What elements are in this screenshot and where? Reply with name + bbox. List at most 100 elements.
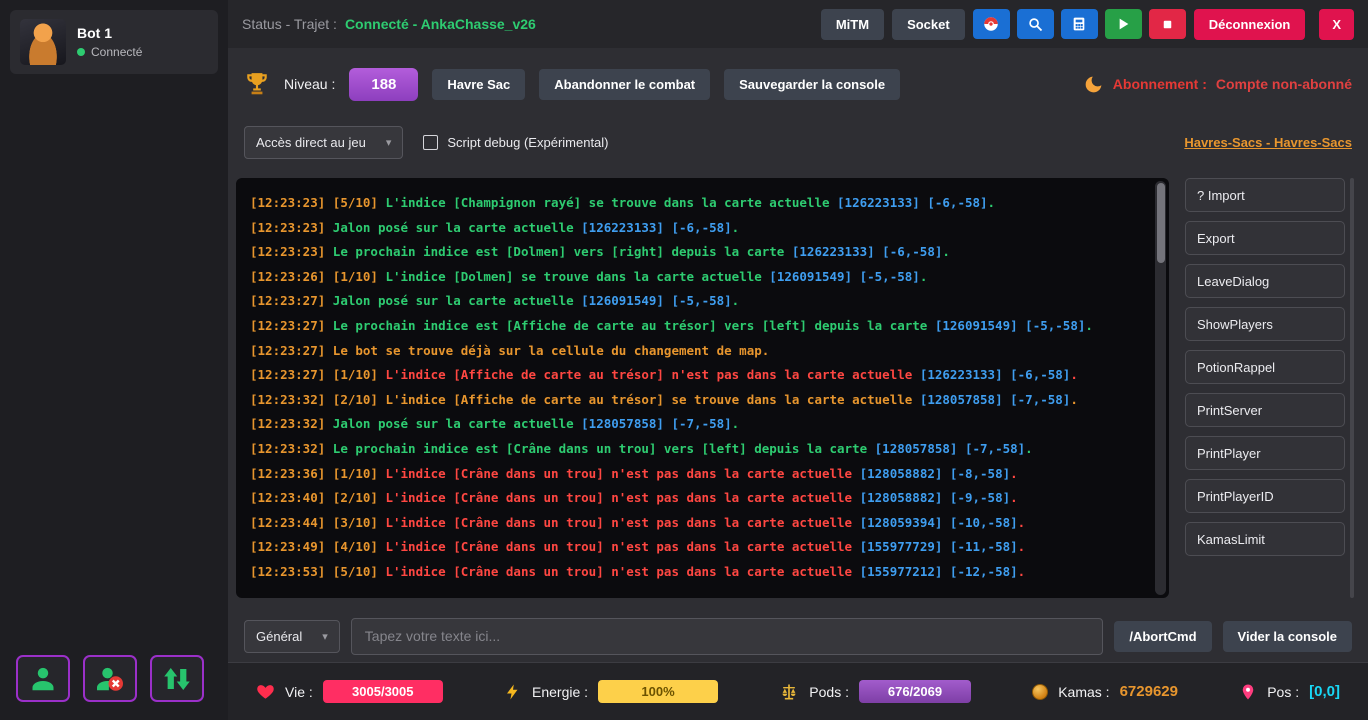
remove-player-button[interactable]	[83, 655, 137, 702]
panel-button-printserver[interactable]: PrintServer	[1185, 393, 1345, 427]
console-line: [12:23:27] Le bot se trouve déjà sur la …	[250, 339, 1149, 364]
panel-scrollbar[interactable]	[1350, 178, 1354, 598]
calculator-icon	[1071, 16, 1087, 32]
console-scrollbar[interactable]	[1155, 181, 1166, 595]
panel-button-potionrappel[interactable]: PotionRappel	[1185, 350, 1345, 384]
pos-value: [0,0]	[1309, 683, 1340, 700]
person-icon	[28, 664, 58, 694]
havres-sacs-link[interactable]: Havres-Sacs - Havres-Sacs	[1184, 135, 1352, 150]
console-line: [12:23:23] [5/10] L'indice [Champignon r…	[250, 191, 1149, 216]
console-area: [12:23:23] [5/10] L'indice [Champignon r…	[228, 162, 1368, 610]
panel-button-printplayer[interactable]: PrintPlayer	[1185, 436, 1345, 470]
bot-status: Connecté	[91, 45, 142, 59]
pin-icon	[1239, 683, 1257, 701]
app-window: Bot 1 Connecté Status - Trajet : Connect…	[0, 0, 1368, 720]
swap-player-button[interactable]	[150, 655, 204, 702]
console-output: [12:23:23] [5/10] L'indice [Champignon r…	[236, 178, 1153, 598]
top-actions: MiTM Socket Déconnexion X	[821, 9, 1354, 40]
script-debug-label: Script debug (Expérimental)	[447, 135, 608, 150]
abort-command-button[interactable]: /AbortCmd	[1114, 621, 1211, 652]
console-line: [12:23:23] Jalon posé sur la carte actue…	[250, 216, 1149, 241]
level-badge: 188	[349, 68, 418, 101]
kamas-value: 6729629	[1120, 683, 1178, 700]
bot-card[interactable]: Bot 1 Connecté	[10, 10, 218, 74]
trophy-icon	[244, 71, 270, 97]
console-line: [12:23:27] Le prochain indice est [Affic…	[250, 314, 1149, 339]
level-label: Niveau :	[284, 76, 335, 92]
console-window: [12:23:23] [5/10] L'indice [Champignon r…	[236, 178, 1169, 598]
command-bar: Général ▾ /AbortCmd Vider la console	[228, 610, 1368, 662]
top-bar: Status - Trajet : Connecté - AnkaChasse_…	[228, 0, 1368, 48]
arrows-swap-icon	[162, 664, 192, 694]
main-area: Status - Trajet : Connecté - AnkaChasse_…	[228, 0, 1368, 720]
start-script-button[interactable]	[1105, 9, 1142, 39]
console-line: [12:23:49] [4/10] L'indice [Crâne dans u…	[250, 535, 1149, 560]
coin-icon	[1032, 684, 1048, 700]
sidebar-tools	[16, 655, 204, 702]
chevron-down-icon: ▾	[386, 136, 392, 149]
pet-icon	[982, 15, 1000, 33]
moon-icon	[1083, 74, 1104, 95]
console-line: [12:23:23] Le prochain indice est [Dolme…	[250, 240, 1149, 265]
console-scrollbar-thumb[interactable]	[1157, 183, 1165, 263]
channel-select[interactable]: Général ▾	[244, 620, 340, 653]
status-bar: Vie : 3005/3005 Energie : 100% Pods : 67…	[228, 662, 1368, 720]
console-line: [12:23:27] Jalon posé sur la carte actue…	[250, 289, 1149, 314]
window-close-button[interactable]: X	[1319, 9, 1354, 40]
inspect-button[interactable]	[1017, 9, 1054, 39]
energie-stat: Energie : 100%	[504, 680, 718, 703]
script-debug-toggle[interactable]: Script debug (Expérimental)	[423, 135, 608, 150]
game-access-select[interactable]: Accès direct au jeu ▾	[244, 126, 403, 159]
console-line: [12:23:27] [1/10] L'indice [Affiche de c…	[250, 363, 1149, 388]
clear-console-button[interactable]: Vider la console	[1223, 621, 1352, 652]
socket-button[interactable]: Socket	[892, 9, 965, 40]
console-line: [12:23:32] Jalon posé sur la carte actue…	[250, 412, 1149, 437]
script-debug-checkbox[interactable]	[423, 135, 438, 150]
vie-stat: Vie : 3005/3005	[256, 680, 443, 703]
energie-label: Energie :	[532, 684, 588, 700]
kamas-stat: Kamas : 6729629	[1032, 683, 1178, 700]
heart-icon	[256, 682, 275, 701]
top-icon-buttons	[973, 9, 1186, 39]
panel-button-kamaslimit[interactable]: KamasLimit	[1185, 522, 1345, 556]
add-player-button[interactable]	[16, 655, 70, 702]
console-line: [12:23:53] [5/10] L'indice [Crâne dans u…	[250, 560, 1149, 585]
bot-name: Bot 1	[77, 25, 142, 41]
play-icon	[1115, 16, 1131, 32]
disconnect-button[interactable]: Déconnexion	[1194, 9, 1306, 40]
mitm-button[interactable]: MiTM	[821, 9, 884, 40]
save-console-button[interactable]: Sauvegarder la console	[724, 69, 900, 100]
sidebar: Bot 1 Connecté	[0, 0, 228, 720]
position-stat: Pos : [0,0]	[1239, 683, 1340, 701]
pet-button[interactable]	[973, 9, 1010, 39]
havre-sac-button[interactable]: Havre Sac	[432, 69, 525, 100]
scales-icon	[779, 682, 799, 702]
bot-avatar	[20, 19, 66, 65]
calculator-button[interactable]	[1061, 9, 1098, 39]
subscription-status: Compte non-abonné	[1216, 76, 1352, 92]
pos-label: Pos :	[1267, 684, 1299, 700]
lightning-icon	[504, 683, 522, 701]
energie-badge: 100%	[598, 680, 718, 703]
console-line: [12:23:26] [1/10] L'indice [Dolmen] se t…	[250, 265, 1149, 290]
pods-label: Pods :	[809, 684, 849, 700]
vie-label: Vie :	[285, 684, 313, 700]
subscription-group: Abonnement : Compte non-abonné	[1083, 74, 1352, 95]
panel-button-leavedialog[interactable]: LeaveDialog	[1185, 264, 1345, 298]
command-panel: ? Import Export LeaveDialog ShowPlayers Poti…	[1185, 178, 1345, 598]
status-value: Connecté - AnkaChasse_v26	[345, 16, 536, 32]
chat-input[interactable]	[351, 618, 1104, 655]
panel-button-import[interactable]: ? Import	[1185, 178, 1345, 212]
pods-badge: 676/2069	[859, 680, 971, 703]
console-line: [12:23:40] [2/10] L'indice [Crâne dans u…	[250, 486, 1149, 511]
pods-stat: Pods : 676/2069	[779, 680, 971, 703]
panel-button-showplayers[interactable]: ShowPlayers	[1185, 307, 1345, 341]
abandon-fight-button[interactable]: Abandonner le combat	[539, 69, 710, 100]
chevron-down-icon: ▾	[322, 630, 328, 643]
panel-button-printplayerid[interactable]: PrintPlayerID	[1185, 479, 1345, 513]
stop-script-button[interactable]	[1149, 9, 1186, 39]
console-line: [12:23:44] [3/10] L'indice [Crâne dans u…	[250, 511, 1149, 536]
console-line: [12:23:32] [2/10] L'indice [Affiche de c…	[250, 388, 1149, 413]
panel-button-export[interactable]: Export	[1185, 221, 1345, 255]
search-icon	[1027, 16, 1044, 33]
